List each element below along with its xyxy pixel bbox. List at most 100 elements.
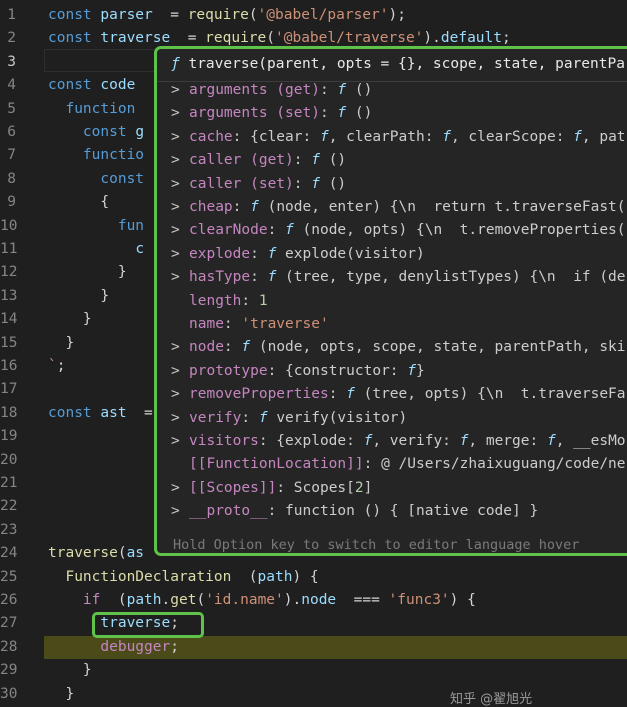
hover-property-row[interactable]: name: 'traverse' xyxy=(171,313,329,336)
hover-property-row[interactable]: > arguments (set): f () xyxy=(171,102,372,125)
line-number: 19 xyxy=(0,428,18,445)
chevron-right-icon[interactable]: > xyxy=(171,336,189,359)
code-text: debugger; xyxy=(48,636,179,659)
line-number: 27 xyxy=(0,615,18,632)
code-line[interactable]: 28 debugger; xyxy=(0,636,627,659)
code-line[interactable]: 30 } xyxy=(0,683,627,706)
chevron-right-icon[interactable]: > xyxy=(171,173,189,196)
hover-property-row[interactable]: > verify: f verify(visitor) xyxy=(171,407,407,430)
code-line[interactable]: 29 } xyxy=(0,659,627,682)
code-token: const xyxy=(48,404,101,421)
property-name: prototype xyxy=(189,362,268,379)
line-number: 5 xyxy=(7,100,16,117)
code-token: path xyxy=(257,568,293,585)
chevron-right-icon[interactable]: > xyxy=(171,266,189,289)
chevron-right-icon[interactable]: > xyxy=(171,149,189,172)
property-colon: : xyxy=(267,362,277,379)
code-token: } xyxy=(48,685,75,702)
hover-property-row[interactable]: > visitors: {explode: f, verify: f, merge… xyxy=(171,430,626,453)
code-token: const xyxy=(48,7,101,23)
code-token: '@babel/parser' xyxy=(257,7,389,23)
chevron-right-icon[interactable]: > xyxy=(171,407,189,430)
code-token: const xyxy=(100,170,145,187)
chevron-right-icon[interactable]: > xyxy=(171,219,189,242)
property-colon: : xyxy=(241,292,251,309)
code-token: ; xyxy=(170,638,179,655)
line-number: 20 xyxy=(0,451,18,468)
code-token: ); xyxy=(388,7,406,23)
property-name: removeProperties xyxy=(189,386,329,403)
property-colon: : xyxy=(250,245,259,262)
code-line[interactable]: 26 if (path.get('id.name').node === 'fun… xyxy=(0,589,627,612)
code-token: ) { xyxy=(292,568,319,585)
code-token: require xyxy=(205,30,267,47)
hover-property-row[interactable]: > node: f (node, opts, scope, state, pare… xyxy=(171,336,626,359)
code-token: const xyxy=(48,77,101,94)
chevron-right-icon[interactable]: > xyxy=(171,360,189,383)
hover-property-row[interactable]: > cache: {clear: f, clearPath: f, clearSc… xyxy=(171,126,626,149)
code-token: ; xyxy=(501,30,511,47)
chevron-right-icon[interactable]: > xyxy=(171,126,189,149)
code-text: `; xyxy=(48,355,65,378)
chevron-right-icon[interactable]: > xyxy=(171,383,189,406)
code-text: const xyxy=(48,168,144,191)
property-name: caller (set) xyxy=(189,175,294,192)
code-text: FunctionDeclaration (path) { xyxy=(48,566,319,589)
hover-tooltip[interactable]: ƒ traverse(parent, opts = {}, scope, sta… xyxy=(154,46,627,556)
hover-property-row[interactable]: > prototype: {constructor: f} xyxy=(171,360,425,383)
chevron-right-icon[interactable]: > xyxy=(171,477,189,500)
hover-property-row[interactable]: > clearNode: f (node, opts) {\n t.removeP… xyxy=(171,219,626,242)
code-token: = xyxy=(126,404,153,421)
chevron-right-icon[interactable]: > xyxy=(171,243,189,266)
line-number: 15 xyxy=(0,334,18,351)
chevron-right-icon[interactable]: > xyxy=(171,430,189,453)
watermark: 知乎 @翟旭光 xyxy=(450,692,533,707)
code-token: ). xyxy=(423,30,441,47)
code-token: ( xyxy=(231,568,258,585)
hover-property-row[interactable]: > arguments (get): f () xyxy=(171,79,372,102)
code-token: node xyxy=(301,592,337,608)
code-text: const ast = xyxy=(48,402,153,425)
property-name: arguments (set) xyxy=(189,105,320,122)
code-token: } xyxy=(48,287,110,304)
code-token: traverse xyxy=(100,30,171,47)
code-token: = xyxy=(152,7,188,23)
code-line[interactable]: 1 const parser = require('@babel/parser')… xyxy=(0,4,627,27)
property-name: length xyxy=(189,292,242,309)
hover-property-row[interactable]: > [[Scopes]]: Scopes[2] xyxy=(171,477,372,500)
property-value: {constructor: f} xyxy=(276,362,425,379)
hover-property-row[interactable]: length: 1 xyxy=(171,290,268,313)
code-text: const g xyxy=(48,121,144,144)
chevron-right-icon[interactable]: > xyxy=(171,79,189,102)
property-name: visitors xyxy=(189,433,259,449)
hover-property-row[interactable]: > __proto__: function () { [native code] … xyxy=(171,500,538,523)
hover-property-row[interactable]: > caller (set): f () xyxy=(171,173,346,196)
line-number: 10 xyxy=(0,217,18,234)
property-colon: : xyxy=(258,433,268,449)
line-number: 7 xyxy=(7,147,16,164)
chevron-right-icon[interactable]: > xyxy=(171,196,189,219)
line-number: 22 xyxy=(0,498,18,515)
chevron-right-icon[interactable]: > xyxy=(171,102,189,125)
code-token: FunctionDeclaration xyxy=(65,568,232,585)
code-token: . xyxy=(161,592,171,608)
property-value: f () xyxy=(311,175,347,192)
code-line[interactable]: 25 FunctionDeclaration (path) { xyxy=(0,566,627,589)
hover-property-row[interactable]: > cheap: f (node, enter) {\n return t.tra… xyxy=(171,196,626,219)
property-name: [[Scopes]] xyxy=(189,479,277,496)
line-number: 18 xyxy=(0,404,18,421)
line-number: 29 xyxy=(0,662,18,679)
hover-property-row[interactable]: > explode: f explode(visitor) xyxy=(171,243,425,266)
hover-property-row[interactable]: > removeProperties: f (tree, opts) {\n t.… xyxy=(171,383,626,406)
hover-property-row[interactable]: [[FunctionLocation]]: @ /Users/zhaixugua… xyxy=(171,453,626,476)
code-token: ast xyxy=(100,404,127,421)
hover-property-row[interactable]: > hasType: f (tree, type, denylistTypes) … xyxy=(171,266,626,289)
code-token: } xyxy=(48,662,92,679)
hover-property-row[interactable]: > caller (get): f () xyxy=(171,149,346,172)
chevron-right-icon[interactable]: > xyxy=(171,500,189,523)
property-value: f (node, enter) {\n return t.traverseFas… xyxy=(250,199,626,215)
